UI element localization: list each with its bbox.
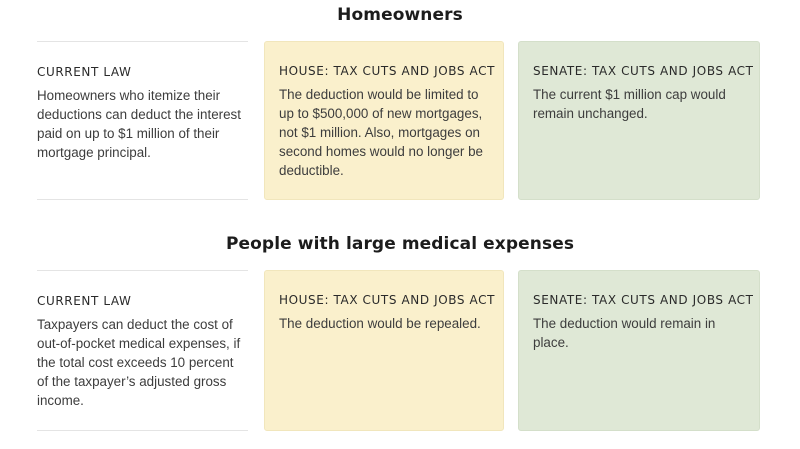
senate-bill-card: SENATE: TAX CUTS AND JOBS ACT The curren… xyxy=(518,41,760,200)
house-bill-heading: HOUSE: TAX CUTS AND JOBS ACT xyxy=(279,293,496,307)
section-title-homeowners: Homeowners xyxy=(337,5,463,25)
current-law-column: CURRENT LAW Taxpayers can deduct the cos… xyxy=(37,270,248,431)
current-law-text: Taxpayers can deduct the cost of out-of-… xyxy=(37,317,241,408)
current-law-text: Homeowners who itemize their deductions … xyxy=(37,88,241,160)
current-law-heading: CURRENT LAW xyxy=(37,65,132,79)
house-bill-text: The deduction would be limited to up to … xyxy=(279,87,483,178)
senate-bill-text: The current $1 million cap would remain … xyxy=(533,87,726,121)
current-law-heading: CURRENT LAW xyxy=(37,294,132,308)
senate-bill-heading: SENATE: TAX CUTS AND JOBS ACT xyxy=(533,293,754,307)
house-bill-card: HOUSE: TAX CUTS AND JOBS ACT The deducti… xyxy=(264,270,504,431)
current-law-column: CURRENT LAW Homeowners who itemize their… xyxy=(37,41,248,200)
senate-bill-card: SENATE: TAX CUTS AND JOBS ACT The deduct… xyxy=(518,270,760,431)
senate-bill-text: The deduction would remain in place. xyxy=(533,316,716,350)
section-title-medical-expenses: People with large medical expenses xyxy=(225,234,575,254)
house-bill-text: The deduction would be repealed. xyxy=(279,316,481,331)
house-bill-card: HOUSE: TAX CUTS AND JOBS ACT The deducti… xyxy=(264,41,504,200)
senate-bill-heading: SENATE: TAX CUTS AND JOBS ACT xyxy=(533,64,754,78)
house-bill-heading: HOUSE: TAX CUTS AND JOBS ACT xyxy=(279,64,496,78)
